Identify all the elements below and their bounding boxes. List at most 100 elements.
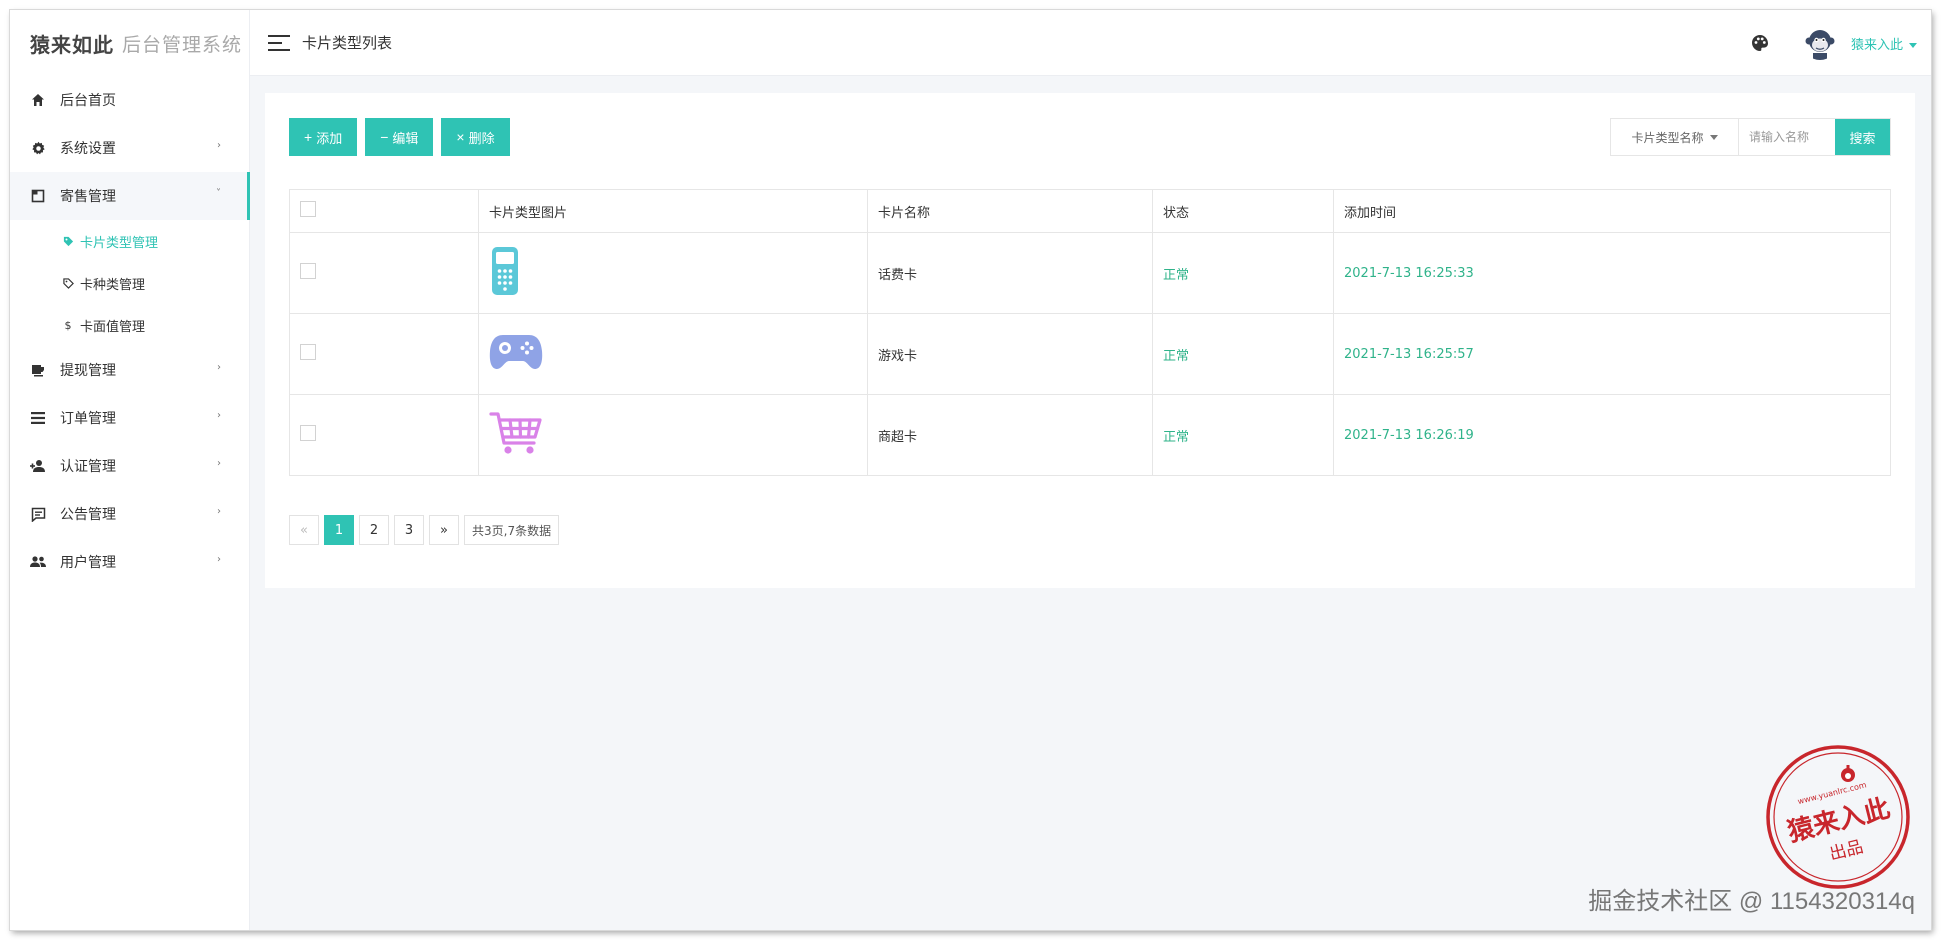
sidebar-subitem-label: 卡面值管理 (80, 319, 146, 335)
row-name: 游戏卡 (867, 313, 1153, 395)
app-window: 猿来如此 后台管理系统 后台首页 系统设置 › 寄售管理 ˅ 卡片类型管理 卡种… (10, 10, 1931, 930)
users-icon (30, 554, 46, 570)
chevron-down-icon: ˅ (216, 188, 221, 199)
palette-icon[interactable] (1751, 34, 1769, 52)
row-image-cell (478, 313, 868, 395)
pagination-page[interactable]: 3 (394, 515, 424, 545)
header-name: 卡片名称 (867, 189, 1153, 233)
select-all-checkbox[interactable] (300, 201, 316, 217)
chevron-right-icon: › (217, 140, 221, 151)
minus-icon: − (380, 129, 389, 145)
withdraw-icon (30, 362, 46, 378)
user-menu[interactable]: 猿来入此 (1851, 34, 1917, 53)
sidebar-item-label: 用户管理 (60, 555, 116, 571)
caret-down-icon (1909, 42, 1917, 48)
edit-button[interactable]: − 编辑 (365, 118, 434, 156)
delete-button[interactable]: × 删除 (441, 118, 510, 156)
sidebar-subitem-label: 卡种类管理 (80, 277, 146, 293)
phone-icon (492, 247, 518, 295)
chevron-right-icon: › (217, 554, 221, 565)
row-name: 商超卡 (867, 394, 1153, 476)
caret-down-icon (1709, 134, 1718, 140)
content-card: +添加 −编辑 ×删除 卡片类型名称 搜索 卡片类型图片 卡片名称 状态 添加时… (265, 93, 1915, 588)
sidebar-item-label: 订单管理 (60, 411, 116, 427)
announcement-icon (30, 506, 46, 522)
row-checkbox[interactable] (300, 263, 316, 279)
chevron-right-icon: › (217, 506, 221, 517)
row-status: 正常 (1152, 394, 1334, 476)
sidebar-item-label: 后台首页 (60, 93, 116, 109)
search-field-label: 卡片类型名称 (1631, 130, 1704, 145)
table-header-row: 卡片类型图片 卡片名称 状态 添加时间 (289, 189, 1891, 233)
sidebar-subitem-card-value[interactable]: $ 卡面值管理 (10, 304, 249, 346)
pagination-page[interactable]: 2 (359, 515, 389, 545)
table-row[interactable]: 商超卡 正常 2021-7-13 16:26:19 (289, 394, 1891, 476)
menu-toggle-icon[interactable] (268, 34, 290, 51)
sidebar-item-settings[interactable]: 系统设置 › (10, 124, 249, 172)
sidebar-item-consignment[interactable]: 寄售管理 ˅ (10, 172, 250, 220)
gear-icon (30, 140, 46, 156)
topbar-right: 猿来入此 (1751, 10, 1917, 76)
brand-logo: 猿来如此 (30, 32, 114, 57)
header-image: 卡片类型图片 (478, 189, 868, 233)
avatar[interactable] (1802, 26, 1837, 60)
add-button-label: 添加 (316, 130, 343, 146)
gamepad-icon (489, 335, 543, 369)
header-time: 添加时间 (1333, 189, 1891, 233)
row-name: 话费卡 (867, 232, 1153, 314)
watermark: 掘金技术社区 @ 1154320314q (1588, 888, 1915, 915)
pagination-page[interactable]: 1 (324, 515, 354, 545)
table-row[interactable]: 话费卡 正常 2021-7-13 16:25:33 (289, 232, 1891, 314)
add-button[interactable]: + 添加 (289, 118, 358, 156)
tag-icon (62, 236, 74, 247)
search-button[interactable]: 搜索 (1835, 119, 1890, 155)
sidebar-subitem-card-kind[interactable]: 卡种类管理 (10, 262, 249, 304)
chevron-right-icon: › (217, 458, 221, 469)
toolbar: + 添加 − 编辑 × 删除 (289, 118, 510, 156)
pagination-summary: 共3页,7条数据 (464, 515, 560, 545)
sidebar-item-label: 提现管理 (60, 363, 116, 379)
table-row[interactable]: 游戏卡 正常 2021-7-13 16:25:57 (289, 313, 1891, 395)
pagination: « 1 2 3 » 共3页,7条数据 (289, 515, 560, 545)
sidebar-item-label: 寄售管理 (60, 189, 116, 205)
brand: 猿来如此 后台管理系统 (10, 10, 249, 76)
sidebar-item-users[interactable]: 用户管理 › (10, 538, 249, 586)
row-time: 2021-7-13 16:25:57 (1333, 313, 1891, 395)
pagination-next[interactable]: » (429, 515, 459, 545)
tag-outline-icon (62, 277, 74, 289)
pagination-prev[interactable]: « (289, 515, 319, 545)
header-select-all (289, 189, 479, 233)
row-status: 正常 (1152, 313, 1334, 395)
sidebar-item-home[interactable]: 后台首页 (10, 76, 249, 124)
row-image-cell (478, 394, 868, 476)
sidebar-item-label: 公告管理 (60, 507, 116, 523)
sidebar-item-announcements[interactable]: 公告管理 › (10, 490, 249, 538)
list-icon (30, 410, 46, 426)
row-select-cell (289, 394, 479, 476)
consign-icon (30, 188, 46, 204)
chevron-right-icon: › (217, 362, 221, 373)
sidebar-item-label: 认证管理 (60, 459, 116, 475)
search-field-select[interactable]: 卡片类型名称 (1611, 119, 1739, 155)
sidebar-subitem-card-type[interactable]: 卡片类型管理 (10, 220, 249, 262)
sidebar-item-orders[interactable]: 订单管理 › (10, 394, 249, 442)
stamp-sub: 出品 (1828, 837, 1866, 865)
system-name: 后台管理系统 (122, 33, 243, 56)
cart-icon (489, 412, 542, 454)
chevron-right-icon: › (217, 410, 221, 421)
page-title: 卡片类型列表 (302, 34, 393, 52)
sidebar-item-label: 系统设置 (60, 141, 116, 157)
home-icon (30, 92, 46, 108)
sidebar-item-withdraw[interactable]: 提现管理 › (10, 346, 249, 394)
search-input[interactable] (1739, 119, 1835, 155)
plus-icon: + (304, 129, 313, 145)
row-checkbox[interactable] (300, 425, 316, 441)
search-group: 卡片类型名称 搜索 (1610, 118, 1891, 156)
row-checkbox[interactable] (300, 344, 316, 360)
topbar: 卡片类型列表 猿来入此 (250, 10, 1931, 76)
row-select-cell (289, 232, 479, 314)
row-status: 正常 (1152, 232, 1334, 314)
header-status: 状态 (1152, 189, 1334, 233)
user-name: 猿来入此 (1850, 37, 1903, 53)
sidebar-item-verification[interactable]: 认证管理 › (10, 442, 249, 490)
